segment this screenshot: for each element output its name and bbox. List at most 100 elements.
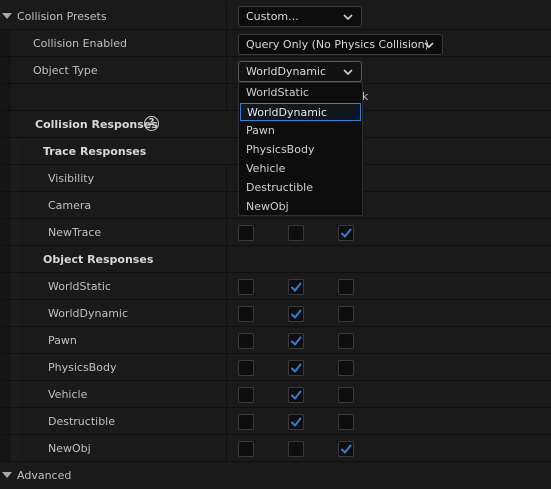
- block-checkbox[interactable]: [338, 360, 354, 376]
- indent-bar: [11, 246, 22, 273]
- collision-enabled-label: Collision Enabled: [33, 37, 128, 50]
- collision-presets-value: Custom...: [246, 10, 299, 23]
- ignore-checkbox[interactable]: [238, 360, 254, 376]
- indent-bar: [11, 138, 22, 165]
- block-checkbox[interactable]: [338, 333, 354, 349]
- checkmark-icon: [291, 336, 302, 346]
- indent-bar: [0, 435, 11, 462]
- collision-presets-label: Collision Presets: [17, 10, 107, 23]
- column-divider: [226, 219, 227, 246]
- checkmark-icon: [291, 363, 302, 373]
- indent-bar: [0, 57, 11, 84]
- response-row: Destructible: [0, 408, 551, 435]
- collapse-arrow-icon[interactable]: [2, 13, 12, 19]
- ignore-checkbox[interactable]: [238, 306, 254, 322]
- column-divider: [226, 273, 227, 300]
- block-checkbox[interactable]: [338, 414, 354, 430]
- chevron-down-icon: [343, 14, 353, 21]
- advanced-row[interactable]: Advanced: [0, 462, 551, 489]
- checkmark-icon: [291, 282, 302, 292]
- indent-bar: [0, 381, 11, 408]
- column-divider: [226, 300, 227, 327]
- dropdown-item[interactable]: WorldDynamic: [240, 103, 361, 121]
- indent-bar: [0, 111, 11, 138]
- collision-presets-combo[interactable]: Custom...: [238, 6, 362, 27]
- response-row: Pawn: [0, 327, 551, 354]
- object-responses-header: Object Responses: [0, 246, 551, 273]
- overlap-checkbox[interactable]: [288, 360, 304, 376]
- response-row: WorldStatic: [0, 273, 551, 300]
- dropdown-item[interactable]: Destructible: [240, 179, 361, 197]
- indent-bar: [11, 408, 22, 435]
- column-divider: [226, 3, 227, 30]
- response-row: WorldDynamic: [0, 300, 551, 327]
- indent-bar: [0, 300, 11, 327]
- dropdown-item[interactable]: PhysicsBody: [240, 141, 361, 159]
- column-divider: [226, 165, 227, 192]
- response-label: Vehicle: [48, 388, 88, 401]
- column-divider: [226, 30, 227, 57]
- dropdown-item[interactable]: Vehicle: [240, 160, 361, 178]
- indent-bar: [0, 354, 11, 381]
- overlap-checkbox[interactable]: [288, 414, 304, 430]
- object-type-combo[interactable]: WorldDynamic: [238, 61, 362, 82]
- block-checkbox[interactable]: [338, 225, 354, 241]
- indent-bar: [0, 192, 11, 219]
- overlap-checkbox[interactable]: [288, 441, 304, 457]
- ignore-checkbox[interactable]: [238, 441, 254, 457]
- ignore-checkbox[interactable]: [238, 414, 254, 430]
- dropdown-item[interactable]: NewObj: [240, 198, 361, 216]
- object-type-dropdown[interactable]: WorldStatic WorldDynamic Pawn PhysicsBody Ve…: [238, 82, 363, 216]
- indent-bar: [0, 138, 11, 165]
- column-divider: [226, 84, 227, 111]
- chevron-down-icon: [343, 69, 353, 76]
- chevron-down-icon: [424, 42, 434, 49]
- response-label: NewTrace: [48, 226, 102, 239]
- overlap-checkbox[interactable]: [288, 333, 304, 349]
- response-label: Visibility: [48, 172, 95, 185]
- trace-responses-label: Trace Responses: [43, 145, 147, 158]
- block-checkbox[interactable]: [338, 306, 354, 322]
- checkmark-icon: [291, 390, 302, 400]
- collision-presets-row: Collision Presets Custom...: [0, 3, 551, 30]
- object-type-value: WorldDynamic: [246, 65, 327, 78]
- collapse-arrow-icon[interactable]: [2, 472, 12, 478]
- ignore-checkbox[interactable]: [238, 333, 254, 349]
- response-label: NewObj: [48, 442, 91, 455]
- indent-bar: [0, 219, 11, 246]
- dropdown-item[interactable]: WorldStatic: [240, 84, 361, 102]
- ignore-checkbox[interactable]: [238, 225, 254, 241]
- indent-bar: [11, 354, 22, 381]
- response-label: Pawn: [48, 334, 77, 347]
- collision-enabled-combo[interactable]: Query Only (No Physics Collision): [238, 34, 443, 55]
- indent-bar: [0, 246, 11, 273]
- block-checkbox[interactable]: [338, 387, 354, 403]
- response-label: PhysicsBody: [48, 361, 117, 374]
- column-divider: [226, 435, 227, 462]
- block-checkbox[interactable]: [338, 279, 354, 295]
- column-divider: [226, 57, 227, 84]
- column-divider: [226, 354, 227, 381]
- overlap-checkbox[interactable]: [288, 225, 304, 241]
- collision-responses-label: Collision Responses: [35, 118, 158, 131]
- response-label: Destructible: [48, 415, 115, 428]
- indent-bar: [11, 435, 22, 462]
- column-divider: [226, 327, 227, 354]
- help-icon[interactable]: ?: [144, 116, 159, 131]
- indent-bar: [0, 30, 11, 57]
- overlap-checkbox[interactable]: [288, 279, 304, 295]
- checkmark-icon: [341, 444, 352, 454]
- column-divider: [226, 246, 227, 273]
- column-divider: [226, 408, 227, 435]
- indent-bar: [0, 327, 11, 354]
- ignore-checkbox[interactable]: [238, 279, 254, 295]
- column-divider: [226, 192, 227, 219]
- block-checkbox[interactable]: [338, 441, 354, 457]
- overlap-checkbox[interactable]: [288, 387, 304, 403]
- ignore-checkbox[interactable]: [238, 387, 254, 403]
- response-row: NewTrace: [0, 219, 551, 246]
- object-type-row: Object Type WorldDynamic: [0, 57, 551, 84]
- dropdown-item[interactable]: Pawn: [240, 122, 361, 140]
- overlap-checkbox[interactable]: [288, 306, 304, 322]
- column-divider: [226, 381, 227, 408]
